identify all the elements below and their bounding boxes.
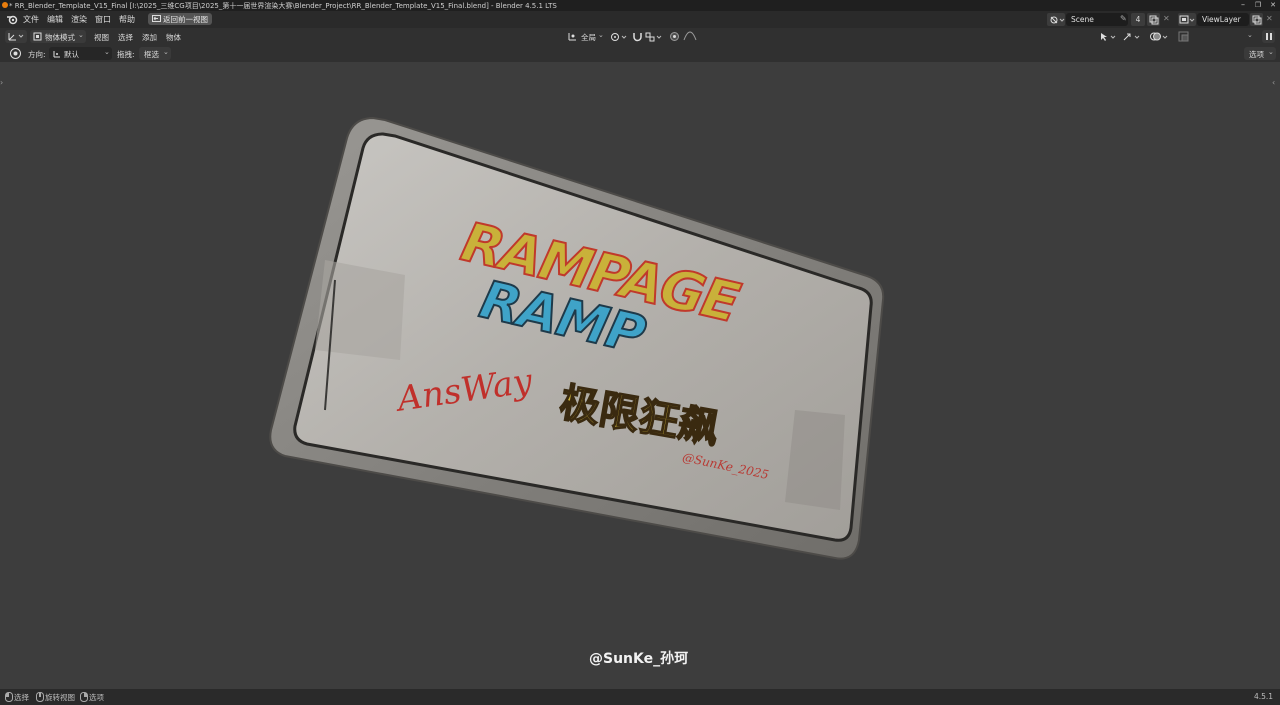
- xray-toggle-icon[interactable]: [1178, 31, 1190, 42]
- menu-file[interactable]: 文件: [23, 14, 39, 25]
- scene-icon: [1050, 16, 1065, 24]
- menu-object[interactable]: 物体: [166, 32, 181, 43]
- selectability-visibility-icon[interactable]: [1099, 31, 1119, 42]
- overlays-toggle-icon[interactable]: [1149, 31, 1171, 42]
- mouse-right-icon: [80, 692, 88, 702]
- mode-dropdown[interactable]: 物体模式 ⌄: [30, 30, 86, 43]
- scene-name: Scene: [1071, 15, 1094, 24]
- tool-settings-bar: 方向: 默认 ⌄ 拖拽: 框选 ⌄ 选项 ⌄: [0, 45, 1280, 62]
- pause-bar-icon: [1266, 33, 1268, 40]
- view-layer-name: ViewLayer: [1202, 15, 1241, 24]
- blender-menu-icon[interactable]: [6, 14, 18, 25]
- scene-users-value: 4: [1135, 15, 1141, 24]
- menu-select[interactable]: 选择: [118, 32, 133, 43]
- menu-view[interactable]: 视图: [94, 32, 109, 43]
- orientation-axes-icon: [53, 51, 60, 58]
- chevron-down-icon: ⌄: [104, 48, 110, 56]
- back-to-previous-button[interactable]: 返回前一视图: [148, 13, 212, 25]
- duplicate-icon: [1149, 15, 1159, 25]
- select-box-tool-icon[interactable]: [9, 47, 22, 60]
- transform-orientation-icon[interactable]: [567, 31, 578, 42]
- scene-users-count[interactable]: 4: [1131, 13, 1145, 26]
- status-rotate-view: 旋转视图: [45, 693, 75, 702]
- delete-scene-icon[interactable]: ✕: [1163, 14, 1170, 23]
- snap-magnet-icon[interactable]: [632, 31, 643, 42]
- object-mode-icon: [33, 32, 42, 41]
- back-button-label: 返回前一视图: [163, 15, 208, 24]
- chevron-down-icon: ⌄: [163, 48, 169, 56]
- minimize-button[interactable]: –: [1236, 0, 1250, 11]
- viewport-header: 物体模式 ⌄ 视图 选择 添加 物体 全局 ⌄ ⌄: [0, 28, 1280, 71]
- mode-label: 物体模式: [45, 33, 75, 42]
- drag-label: 拖拽:: [117, 50, 135, 59]
- blender-logo-icon: [2, 2, 8, 8]
- mouse-left-icon: [5, 692, 13, 702]
- menu-edit[interactable]: 编辑: [47, 14, 63, 25]
- shading-options-chevron-icon[interactable]: ⌄: [1247, 31, 1253, 39]
- scene-name-field[interactable]: Scene ✎: [1066, 13, 1128, 26]
- gizmo-toggle-icon[interactable]: [1121, 31, 1143, 42]
- scene-browse-button[interactable]: [1047, 13, 1065, 26]
- view-layer-browse-button[interactable]: [1178, 13, 1196, 26]
- view-layer-icon: [1179, 15, 1195, 24]
- status-bar: 选择 旋转视图 选项 4.5.1: [0, 689, 1280, 705]
- chevron-down-icon: ⌄: [78, 31, 84, 39]
- toolbar-expand-arrow-icon[interactable]: ›: [0, 78, 3, 87]
- pin-icon[interactable]: ✎: [1120, 14, 1127, 23]
- options-dropdown[interactable]: 选项 ⌄: [1244, 47, 1276, 60]
- view-layer-name-field[interactable]: ViewLayer: [1197, 13, 1249, 26]
- snap-target-icon[interactable]: [645, 31, 665, 42]
- status-select: 选择: [14, 693, 29, 702]
- options-label: 选项: [1249, 50, 1264, 59]
- mouse-middle-icon: [36, 692, 44, 702]
- proportional-editing-icon[interactable]: [669, 31, 680, 42]
- menu-help[interactable]: 帮助: [119, 14, 135, 25]
- window-title-bar: * RR_Blender_Template_V15_Final [I:\2025…: [0, 0, 1280, 11]
- pivot-point-icon[interactable]: [610, 31, 630, 42]
- orientation-label: 方向:: [28, 50, 46, 59]
- blender-version: 4.5.1: [1254, 692, 1274, 701]
- close-button[interactable]: ✕: [1266, 0, 1280, 11]
- orientation-chevron-icon[interactable]: ⌄: [598, 31, 604, 39]
- menu-window[interactable]: 窗口: [95, 14, 111, 25]
- status-options: 选项: [89, 693, 104, 702]
- new-scene-button[interactable]: [1147, 13, 1160, 26]
- back-screen-icon: [152, 15, 161, 22]
- window-title: * RR_Blender_Template_V15_Final [I:\2025…: [9, 2, 557, 10]
- transform-orientation-value[interactable]: 全局: [581, 32, 596, 43]
- sidebar-expand-arrow-icon[interactable]: ‹: [1272, 78, 1275, 87]
- drag-value: 框选: [144, 50, 159, 59]
- falloff-curve-icon[interactable]: [683, 31, 699, 42]
- top-menu-bar: 文件 编辑 渲染 窗口 帮助 返回前一视图 Scene ✎ 4 ✕ ViewLa…: [0, 11, 1280, 28]
- menu-render[interactable]: 渲染: [71, 14, 87, 25]
- orientation-dropdown[interactable]: 默认 ⌄: [49, 47, 112, 60]
- pause-bar-icon: [1270, 33, 1272, 40]
- axes-icon: [8, 33, 24, 41]
- chevron-down-icon: ⌄: [1268, 48, 1274, 56]
- delete-view-layer-icon[interactable]: ✕: [1266, 14, 1273, 23]
- maximize-button[interactable]: ❐: [1251, 0, 1265, 11]
- author-watermark: @SunKe_孙珂: [589, 651, 689, 667]
- new-view-layer-button[interactable]: [1250, 13, 1263, 26]
- orientation-value: 默认: [64, 50, 79, 59]
- duplicate-layer-icon: [1252, 15, 1262, 25]
- toggle-sidebar-button[interactable]: [1262, 30, 1275, 43]
- menu-add[interactable]: 添加: [142, 32, 157, 43]
- editor-type-dropdown[interactable]: [5, 30, 27, 43]
- drag-dropdown[interactable]: 框选 ⌄: [139, 47, 171, 60]
